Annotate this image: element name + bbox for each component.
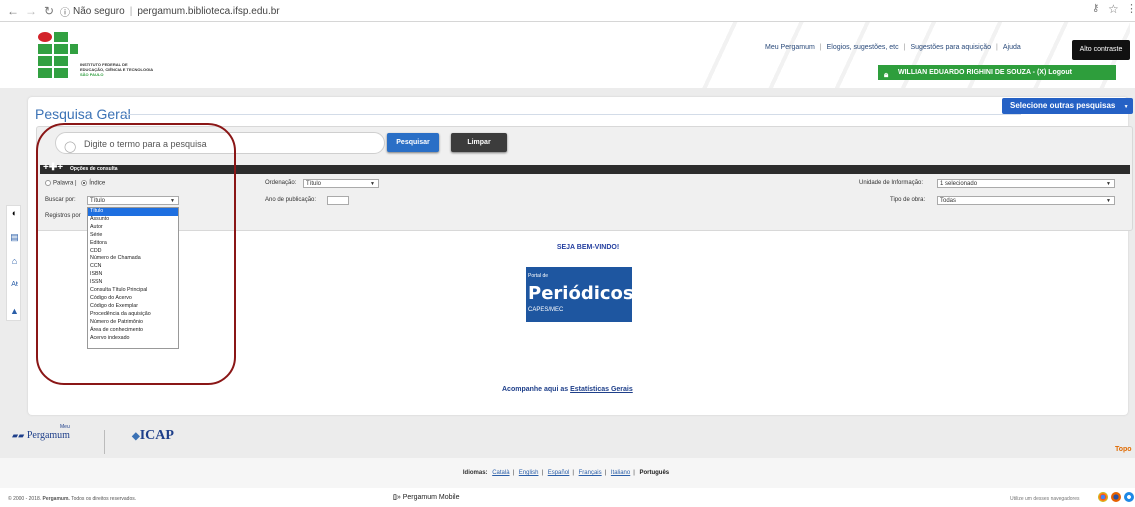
ie-icon[interactable] [1124,492,1134,502]
user-name: WILLIAN EDUARDO RIGHINI DE SOUZA - (X) L… [898,69,1072,76]
lang-portugues[interactable]: Português [639,470,669,476]
language-bar: Idiomas: Català | English | Español | Franç… [0,458,1135,488]
ordering-select[interactable]: Título ▼ [303,179,379,188]
link-ajuda[interactable]: Ajuda [998,44,1026,51]
lang-francais[interactable]: Français [579,470,602,476]
star-icon[interactable]: ☆ [1108,2,1119,16]
address-bar[interactable]: ⓘ Não seguro | pergamum.biblioteca.ifsp.… [60,3,1100,19]
key-icon[interactable]: ⚷ [1092,3,1099,14]
annotation-highlight [36,123,236,385]
unit-select[interactable]: 1 selecionado ▼ [937,179,1115,188]
pub-year-input[interactable] [327,196,349,205]
up-arrow-icon[interactable]: ▲ [7,306,22,316]
accessibility-toolbar: ◐ ▤ ⌂ Aŧ ▲ [6,205,21,321]
link-elogios[interactable]: Elogios, sugestões, etc [822,44,904,51]
pergamum-logo[interactable]: Meu ▰▰ Pergamum [12,424,70,441]
lang-espanol[interactable]: Español [548,470,570,476]
mobile-link[interactable]: ▯» Pergamum Mobile [393,493,460,501]
institute-name: INSTITUTO FEDERAL DE EDUCAÇÃO, CIÊNCIA E… [80,62,154,77]
work-type-label: Tipo de obra: [890,197,926,203]
chevron-down-icon: ▼ [370,181,375,187]
url-text: pergamum.biblioteca.ifsp.edu.br [137,5,280,17]
page-title: Pesquisa Geral [35,106,131,122]
other-searches-label: Selecione outras pesquisas [1010,101,1116,110]
browsers-note: Utilize um desses navegadores [1010,496,1080,502]
lang-catala[interactable]: Català [492,470,509,476]
bottom-bar: © 2000 - 2018. Pergamum. Todos os direit… [0,488,1135,507]
periodicos-banner[interactable]: Portal de Periódicos CAPES/MEC [526,267,634,322]
top-links: Meu Pergamum | Elogios, sugestões, etc | S… [760,40,1026,54]
library-icon[interactable]: ▤ [7,232,22,243]
menu-icon[interactable]: ⋮ [1126,2,1135,15]
forward-icon[interactable]: → [24,4,38,18]
clear-button[interactable]: Limpar [451,133,507,152]
site-header: INSTITUTO FEDERAL DE EDUCAÇÃO, CIÊNCIA E… [0,22,1135,88]
lock-icon: 🔒︎ [884,70,889,79]
work-type-select[interactable]: Todas ▼ [937,196,1115,205]
other-searches-button[interactable]: Selecione outras pesquisas ▼ [1002,98,1133,114]
contrast-icon[interactable]: ◐ [7,208,22,218]
back-to-top-link[interactable]: Topo [1115,446,1132,453]
chevron-down-icon: ▼ [1106,181,1111,187]
pub-year-label: Ano de publicação: [265,197,317,203]
chrome-icon[interactable] [1098,492,1108,502]
unit-label: Unidade de Informação: [859,180,924,186]
reload-icon[interactable]: ↻ [42,4,56,18]
stats-line: Acompanhe aqui as Estatísticas Gerais [502,386,633,393]
stats-link[interactable]: Estatísticas Gerais [570,386,633,393]
ordering-label: Ordenação: [265,180,297,186]
copyright: © 2000 - 2018. Pergamum. Todos os direit… [8,496,137,502]
home-icon[interactable]: ⌂ [7,256,22,266]
firefox-icon[interactable] [1111,492,1121,502]
search-button[interactable]: Pesquisar [387,133,439,152]
icap-logo[interactable]: ◆ICAP [132,428,174,444]
lang-english[interactable]: English [519,470,539,476]
security-label: Não seguro [73,5,125,17]
browser-toolbar: ← → ↻ ⓘ Não seguro | pergamum.biblioteca… [0,0,1135,22]
link-meu-pergamum[interactable]: Meu Pergamum [760,44,820,51]
high-contrast-button[interactable]: Alto contraste [1072,40,1130,60]
back-icon[interactable]: ← [6,4,20,18]
chevron-down-icon: ▼ [1123,104,1129,110]
lang-italiano[interactable]: Italiano [611,470,630,476]
font-size-icon[interactable]: Aŧ [7,281,22,288]
footer-logos: Meu ▰▰ Pergamum ◆ICAP Topo [0,418,1135,458]
welcome-text: SEJA BEM-VINDO! [556,244,620,251]
user-logout-bar[interactable]: 🔒︎ WILLIAN EDUARDO RIGHINI DE SOUZA - (X… [878,65,1116,80]
info-icon: ⓘ [60,7,70,19]
link-sugestoes[interactable]: Sugestões para aquisição [905,44,996,51]
chevron-down-icon: ▼ [1106,198,1111,204]
